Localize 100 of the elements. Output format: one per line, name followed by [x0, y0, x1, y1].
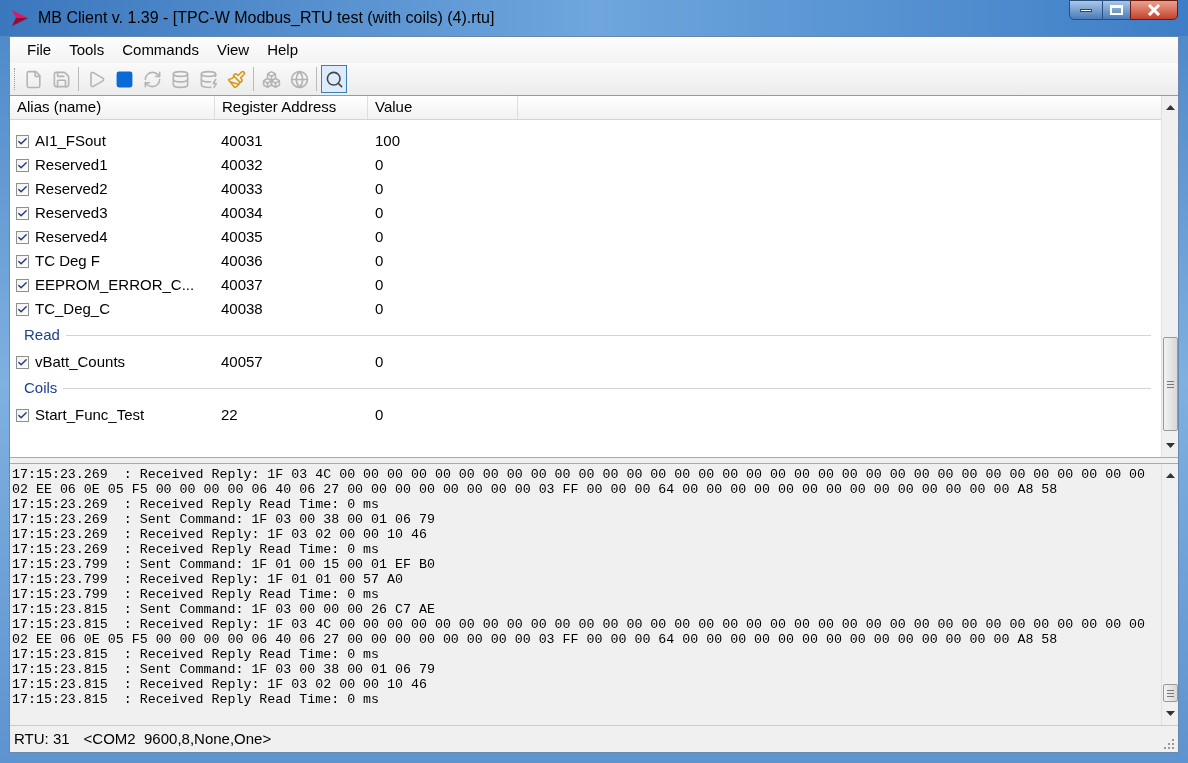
log-line: 17:15:23.799 : Sent Command: 1F 01 00 15 00 01 EF B0	[12, 557, 435, 572]
app-logo-icon	[10, 9, 30, 27]
log-line: 17:15:23.815 : Received Reply: 1F 03 4C 00 00 00 00 00 00 00 00 00 00 00 00 00 00 00 00 00 00 00 00 00 00 00 00 00 00 00 00 00 00 00 00 00 00	[12, 617, 1146, 632]
address-cell-text: 40034	[220, 202, 264, 223]
address-cell-text: 40037	[220, 274, 264, 295]
close-button[interactable]	[1130, 0, 1178, 20]
checkbox[interactable]	[16, 355, 29, 369]
log-line: 17:15:23.269 : Received Reply Read Time: 0 ms	[12, 497, 380, 512]
menu-item[interactable]: Commands	[113, 38, 208, 62]
log-line: 17:15:23.815 : Sent Command: 1F 03 00 38 00 01 06 79	[12, 662, 435, 677]
address-cell-text: 40033	[220, 178, 264, 199]
check-icon	[17, 207, 28, 219]
group-header[interactable]: Coils	[24, 377, 58, 400]
database-icon	[170, 69, 190, 89]
address-cell-text: 40036	[220, 250, 264, 271]
alias-cell-text: TC Deg F	[35, 250, 100, 271]
group-header[interactable]: Read	[24, 324, 60, 347]
scrollbar-thumb[interactable]	[1163, 337, 1178, 431]
scroll-down-icon[interactable]	[1165, 711, 1175, 716]
check-icon	[17, 255, 28, 267]
check-icon	[17, 135, 28, 147]
window-title: MB Client v. 1.39 - [TPC-W Modbus_RTU test (with coils) (4).rtu]	[38, 8, 495, 28]
log-line: 17:15:23.269 : Received Reply: 1F 03 4C 00 00 00 00 00 00 00 00 00 00 00 00 00 00 00 00 00 00 00 00 00 00 00 00 00 00 00 00 00 00 00 00 00 00	[12, 467, 1146, 482]
menu-item[interactable]: View	[207, 38, 259, 62]
checkbox[interactable]	[16, 182, 29, 196]
value-cell-text: 0	[374, 351, 385, 372]
alias-cell-text: Start_Func_Test	[35, 404, 145, 425]
scrollbar[interactable]	[1161, 96, 1178, 457]
stop-icon	[114, 69, 134, 89]
check-icon	[17, 409, 28, 421]
checkbox[interactable]	[16, 230, 29, 244]
value-cell-text: 0	[374, 274, 385, 295]
log-line: 17:15:23.815 : Received Reply Read Time: 0 ms	[12, 692, 380, 707]
value-cell-text: 0	[374, 202, 385, 223]
checkbox[interactable]	[16, 302, 29, 316]
value-cell-text: 0	[374, 250, 385, 271]
alias-cell-text: AI1_FSout	[35, 130, 106, 151]
alias-cell-text: TC_Deg_C	[35, 298, 111, 319]
checkbox[interactable]	[16, 206, 29, 220]
scroll-up-icon[interactable]	[1165, 473, 1175, 478]
address-cell-text: 40038	[220, 298, 264, 319]
log-line: 17:15:23.269 : Received Reply: 1F 03 02 00 00 10 46	[12, 527, 427, 542]
brush-icon	[226, 69, 246, 89]
check-icon	[17, 279, 28, 291]
alias-cell-text: Reserved2	[35, 178, 108, 199]
check-icon	[17, 231, 28, 243]
value-cell-text: 0	[374, 226, 385, 247]
file-icon	[23, 69, 43, 89]
address-cell-text: 40057	[220, 351, 264, 372]
checkbox[interactable]	[16, 134, 29, 148]
minimize-button[interactable]	[1069, 0, 1103, 20]
alias-cell-text: vBatt_Counts	[35, 351, 126, 372]
log-line: 17:15:23.799 : Received Reply Read Time: 0 ms	[12, 587, 380, 602]
zoom-icon	[324, 69, 344, 89]
scroll-down-icon[interactable]	[1165, 443, 1175, 448]
value-cell-text: 100	[374, 130, 402, 151]
column-header[interactable]: Register Address	[215, 96, 368, 119]
scrollbar-thumb[interactable]	[1163, 684, 1178, 702]
alias-cell-text: EEPROM_ERROR_C...	[35, 274, 195, 295]
address-cell-text: 40031	[220, 130, 264, 151]
value-cell-text: 0	[374, 154, 385, 175]
column-header[interactable]: Value	[368, 96, 518, 119]
globe-icon	[289, 69, 309, 89]
value-cell-text: 0	[374, 404, 385, 425]
checkbox[interactable]	[16, 278, 29, 292]
scroll-up-icon[interactable]	[1165, 105, 1175, 110]
alias-cell-text: Reserved3	[35, 202, 108, 223]
log-line: 17:15:23.799 : Received Reply: 1F 01 01 00 57 A0	[12, 572, 403, 587]
log-line: 02 EE 06 0E 05 F5 00 00 00 00 06 40 06 27 00 00 00 00 00 00 00 00 03 FF 00 00 00 64 00 00 00 00 00 00 00 00 00 00 00 00 00 00 A8 58	[12, 482, 1058, 497]
checkbox[interactable]	[16, 408, 29, 422]
log-line: 02 EE 06 0E 05 F5 00 00 00 00 06 40 06 27 00 00 00 00 00 00 00 00 03 FF 00 00 00 64 00 00 00 00 00 00 00 00 00 00 00 00 00 00 A8 58	[12, 632, 1058, 647]
address-cell-text: 40032	[220, 154, 264, 175]
log-line: 17:15:23.815 : Received Reply: 1F 03 02 00 00 10 46	[12, 677, 427, 692]
log-line: 17:15:23.269 : Received Reply Read Time: 0 ms	[12, 542, 380, 557]
alias-cell-text: Reserved1	[35, 154, 108, 175]
log-line: 17:15:23.269 : Sent Command: 1F 03 00 38 00 01 06 79	[12, 512, 435, 527]
maximize-button[interactable]	[1103, 0, 1130, 20]
address-cell-text: 22	[220, 404, 239, 425]
check-icon	[17, 303, 28, 315]
boxes-icon	[261, 69, 281, 89]
scrollbar[interactable]	[1161, 464, 1178, 725]
resize-grip-icon[interactable]	[1163, 738, 1175, 750]
status-text: RTU: 31	[14, 728, 70, 749]
save-icon	[51, 69, 71, 89]
column-header[interactable]: Alias (name)	[10, 96, 215, 119]
menu-item[interactable]: Tools	[60, 38, 114, 62]
database-icon	[198, 69, 218, 89]
toolbar-button[interactable]	[321, 65, 347, 93]
check-icon	[17, 183, 28, 195]
log-line: 17:15:23.815 : Sent Command: 1F 03 00 00 00 26 C7 AE	[12, 602, 435, 617]
checkbox[interactable]	[16, 158, 29, 172]
check-icon	[17, 159, 28, 171]
log-line: 17:15:23.815 : Received Reply Read Time: 0 ms	[12, 647, 380, 662]
menu-item[interactable]: Help	[258, 38, 307, 62]
address-cell-text: 40035	[220, 226, 264, 247]
close-icon	[1147, 4, 1161, 16]
menu-item[interactable]: File	[18, 38, 61, 62]
alias-cell-text: Reserved4	[35, 226, 108, 247]
status-text: <COM2 9600,8,None,One>	[83, 728, 272, 749]
checkbox[interactable]	[16, 254, 29, 268]
